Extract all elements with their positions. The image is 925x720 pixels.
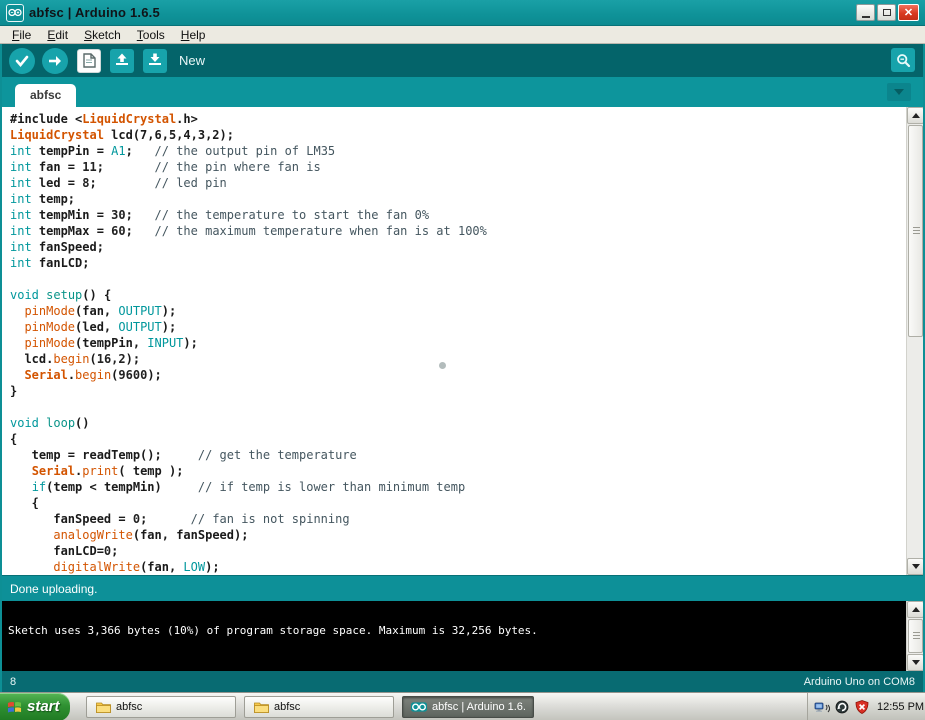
code-line: } bbox=[10, 383, 903, 399]
scroll-up-button[interactable] bbox=[907, 107, 923, 124]
menu-file[interactable]: File bbox=[4, 27, 39, 43]
close-button[interactable]: ✕ bbox=[898, 4, 919, 21]
menu-bar: File Edit Sketch Tools Help bbox=[0, 26, 925, 44]
board-port-indicator: Arduino Uno on COM8 bbox=[804, 676, 915, 688]
window-title: abfsc | Arduino 1.6.5 bbox=[29, 5, 160, 20]
code-line: pinMode(led, OUTPUT); bbox=[10, 319, 903, 335]
windows-logo-icon bbox=[6, 699, 22, 715]
code-line: #include <LiquidCrystal.h> bbox=[10, 111, 903, 127]
clock[interactable]: 12:55 PM bbox=[877, 701, 924, 713]
restore-button[interactable] bbox=[877, 4, 896, 21]
down-arrow-tray-icon bbox=[148, 53, 162, 68]
menu-edit[interactable]: Edit bbox=[39, 27, 76, 43]
folder-icon bbox=[253, 699, 269, 715]
code-line: digitalWrite(fan, LOW); bbox=[10, 559, 903, 575]
code-line: int led = 8; // led pin bbox=[10, 175, 903, 191]
arduino-logo-icon bbox=[411, 699, 427, 715]
editor-scrollbar-thumb[interactable] bbox=[908, 125, 923, 337]
start-button[interactable]: start bbox=[0, 693, 70, 720]
code-line bbox=[10, 271, 903, 287]
title-bar: abfsc | Arduino 1.6.5 ✕ bbox=[0, 0, 925, 26]
console-scroll-up-button[interactable] bbox=[907, 601, 923, 618]
folder-icon bbox=[95, 699, 111, 715]
network-icon[interactable] bbox=[814, 699, 830, 715]
taskbar: start abfsc abfsc bbox=[0, 692, 925, 720]
status-bar: Done uploading. bbox=[2, 575, 923, 601]
taskbar-button-folder-2[interactable]: abfsc bbox=[244, 696, 394, 718]
taskbar-button-folder-1[interactable]: abfsc bbox=[86, 696, 236, 718]
right-arrow-icon bbox=[48, 55, 62, 67]
minimize-button[interactable] bbox=[856, 4, 875, 21]
code-text: #include <LiquidCrystal.h>LiquidCrystal … bbox=[10, 111, 903, 575]
code-line: analogWrite(fan, fanSpeed); bbox=[10, 527, 903, 543]
taskbar-button-arduino-active[interactable]: abfsc | Arduino 1.6.5 bbox=[402, 696, 534, 718]
save-sketch-button[interactable] bbox=[143, 49, 167, 73]
tab-abfsc[interactable]: abfsc bbox=[15, 84, 76, 107]
code-line: Serial.print( temp ); bbox=[10, 463, 903, 479]
code-line: void loop() bbox=[10, 415, 903, 431]
code-line: temp = readTemp(); // get the temperatur… bbox=[10, 447, 903, 463]
open-sketch-button[interactable] bbox=[110, 49, 134, 73]
code-line: { bbox=[10, 431, 903, 447]
mouse-cursor-dot bbox=[439, 362, 446, 369]
console-line-clipped: Sketch uses 3,366 bytes (10%) of program… bbox=[8, 623, 903, 638]
code-line: pinMode(tempPin, INPUT); bbox=[10, 335, 903, 351]
tab-strip: abfsc bbox=[2, 77, 923, 107]
menu-help[interactable]: Help bbox=[173, 27, 214, 43]
code-editor[interactable]: #include <LiquidCrystal.h>LiquidCrystal … bbox=[2, 107, 923, 575]
code-line: Serial.begin(9600); bbox=[10, 367, 903, 383]
status-message: Done uploading. bbox=[10, 582, 97, 596]
code-line: fanLCD=0; bbox=[10, 543, 903, 559]
security-shield-icon[interactable] bbox=[854, 699, 870, 715]
tab-menu-button[interactable] bbox=[887, 83, 911, 101]
console-scrollbar[interactable] bbox=[906, 601, 923, 671]
magnifier-icon bbox=[896, 53, 911, 68]
system-tray: 12:55 PM bbox=[807, 693, 925, 720]
up-arrow-tray-icon bbox=[115, 53, 129, 68]
menu-tools[interactable]: Tools bbox=[129, 27, 173, 43]
document-icon bbox=[83, 53, 96, 68]
bottom-status-bar: 8 Arduino Uno on COM8 bbox=[2, 671, 923, 692]
sync-icon[interactable] bbox=[834, 699, 850, 715]
console-scrollbar-thumb[interactable] bbox=[908, 619, 923, 653]
verify-button[interactable] bbox=[9, 48, 35, 74]
arduino-logo-icon bbox=[6, 4, 24, 22]
taskbar-button-label: abfsc | Arduino 1.6.5 bbox=[432, 701, 525, 713]
console-output: Sketch uses 3,366 bytes (10%) of program… bbox=[2, 601, 923, 671]
code-line: int tempPin = A1; // the output pin of L… bbox=[10, 143, 903, 159]
new-sketch-button[interactable] bbox=[77, 49, 101, 73]
code-line: int fanSpeed; bbox=[10, 239, 903, 255]
code-line: int fan = 11; // the pin where fan is bbox=[10, 159, 903, 175]
code-line: lcd.begin(16,2); bbox=[10, 351, 903, 367]
code-line: int fanLCD; bbox=[10, 255, 903, 271]
scroll-down-button[interactable] bbox=[907, 558, 923, 575]
console-scroll-down-button[interactable] bbox=[907, 654, 923, 671]
taskbar-button-label: abfsc bbox=[116, 701, 142, 713]
serial-monitor-button[interactable] bbox=[891, 48, 915, 72]
code-line: { bbox=[10, 495, 903, 511]
code-line: if(temp < tempMin) // if temp is lower t… bbox=[10, 479, 903, 495]
code-line: int tempMin = 30; // the temperature to … bbox=[10, 207, 903, 223]
upload-button[interactable] bbox=[42, 48, 68, 74]
code-line: pinMode(fan, OUTPUT); bbox=[10, 303, 903, 319]
toolbar: New bbox=[2, 44, 923, 77]
line-number-indicator: 8 bbox=[10, 676, 16, 688]
code-line: int temp; bbox=[10, 191, 903, 207]
start-label: start bbox=[27, 698, 60, 715]
taskbar-button-label: abfsc bbox=[274, 701, 300, 713]
code-line: fanSpeed = 0; // fan is not spinning bbox=[10, 511, 903, 527]
editor-scrollbar[interactable] bbox=[906, 107, 923, 575]
code-line bbox=[10, 399, 903, 415]
menu-sketch[interactable]: Sketch bbox=[76, 27, 129, 43]
code-line: LiquidCrystal lcd(7,6,5,4,3,2); bbox=[10, 127, 903, 143]
arduino-ide-window: abfsc | Arduino 1.6.5 ✕ File Edit Sketch… bbox=[0, 0, 925, 720]
toolbar-tooltip: New bbox=[179, 53, 205, 68]
code-line: int tempMax = 60; // the maximum tempera… bbox=[10, 223, 903, 239]
check-icon bbox=[15, 55, 29, 67]
chevron-down-icon bbox=[894, 89, 904, 95]
code-line: void setup() { bbox=[10, 287, 903, 303]
